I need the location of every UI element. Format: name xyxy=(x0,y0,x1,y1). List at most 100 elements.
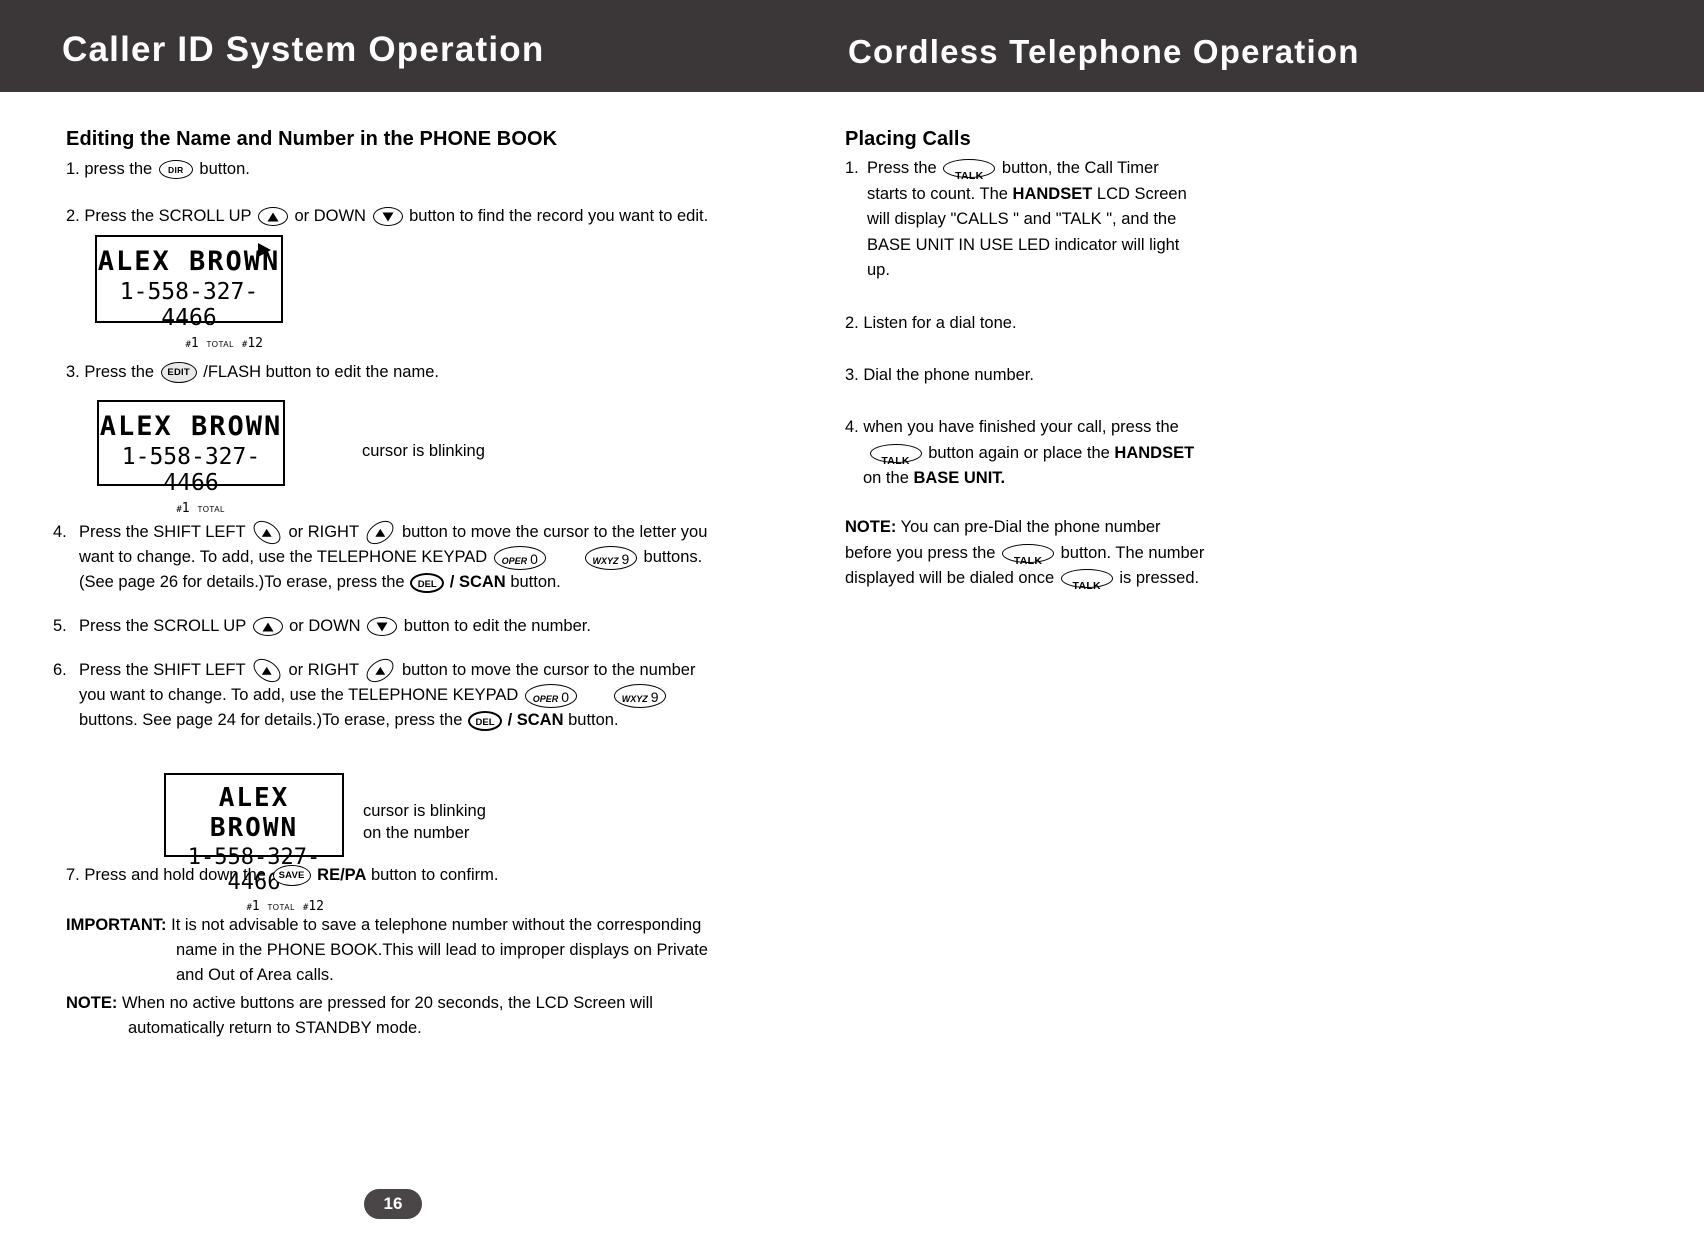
page-title-left: Caller ID System Operation xyxy=(62,30,545,69)
rstep4-t2: button again or place the xyxy=(928,443,1110,462)
step1-pre: 1. press the xyxy=(66,160,153,178)
rstep1-t2: button, the Call Timer xyxy=(1001,159,1159,177)
rstep4-t1: 4. when you have finished your call, pre… xyxy=(845,418,1179,436)
lcd3-caption-line1: cursor is blinking xyxy=(363,802,486,820)
talk-button-icon-4[interactable]: TALK xyxy=(1060,569,1113,592)
rstep1-t4: LCD Screen xyxy=(1096,184,1187,203)
step4-t2: or RIGHT xyxy=(288,523,359,541)
rstep1-t3: starts to count. The xyxy=(867,184,1008,203)
del-button-icon[interactable]: DEL xyxy=(410,572,445,593)
lcd3-index: 1 xyxy=(251,899,260,914)
step5-t2: or DOWN xyxy=(289,617,361,635)
rstep1-t6: BASE UNIT IN USE LED indicator will ligh… xyxy=(867,235,1180,254)
lcd2-name: ALEX BROWN xyxy=(99,411,283,442)
key-wxyz-digit: 9 xyxy=(621,550,630,567)
key-wxyz-label-2: WXYZ xyxy=(621,693,648,704)
step6-num: 6. xyxy=(53,661,67,679)
talk-button-icon-3[interactable]: TALK xyxy=(1002,543,1055,567)
left-step-7: 7. Press and hold down the SAVE RE/PA bu… xyxy=(66,864,766,887)
note-line2: automatically return to STANDBY mode. xyxy=(128,1019,422,1037)
lcd1-index: 1 xyxy=(190,336,199,351)
lcd3-footer: #1 TOTAL #12 xyxy=(246,899,324,914)
step6-t3: button to move the cursor to the number xyxy=(401,661,696,679)
rnote-t4: displayed will be dialed once xyxy=(845,569,1055,587)
keypad-0-oper-icon-2[interactable]: OPER 0 xyxy=(524,683,577,708)
step2-pre: 2. Press the SCROLL UP xyxy=(66,207,252,225)
scroll-down-button-icon[interactable] xyxy=(372,207,403,227)
del-button-icon-2[interactable]: DEL xyxy=(468,710,502,731)
shift-right-button-icon-2[interactable] xyxy=(362,654,399,688)
step6-t6: / SCAN xyxy=(507,711,564,729)
keypad-0-oper-icon[interactable]: OPER 0 xyxy=(493,545,546,570)
right-step-2: 2. Listen for a dial tone. xyxy=(845,314,1017,332)
shift-left-button-icon[interactable] xyxy=(249,516,285,550)
left-page: Editing the Name and Number in the PHONE… xyxy=(0,92,852,1241)
right-step-1: 1. Press the TALK button, the Call Timer … xyxy=(845,156,1223,284)
important-line3: and Out of Area calls. xyxy=(176,966,334,984)
lcd-display-1: ALEX BROWN 1-558-327-4466 #1 TOTAL #12 xyxy=(95,235,283,351)
left-step-4: 4. Press the SHIFT LEFT or RIGHT button t… xyxy=(53,516,753,595)
rnote-t2: before you press the xyxy=(845,543,996,562)
keypad-9-wxyz-icon-2[interactable]: WXYZ 9 xyxy=(614,683,667,708)
rstep4-t3: on the xyxy=(863,469,909,487)
talk-button-icon-2[interactable]: TALK xyxy=(869,443,922,467)
scroll-up-button-icon[interactable] xyxy=(257,207,288,227)
key-wxyz-label: WXYZ xyxy=(592,555,619,566)
step4-t6: (See page 26 for details.)To erase, pres… xyxy=(79,573,405,591)
left-step-5: 5. Press the SCROLL UP or DOWN button to … xyxy=(53,615,753,638)
step2-mid: or DOWN xyxy=(294,207,366,225)
rnote-t1: You can pre-Dial the phone number xyxy=(900,518,1161,536)
page-number-left: 16 xyxy=(364,1189,422,1219)
step3-pre: 3. Press the xyxy=(66,363,155,381)
lcd3-name: ALEX BROWN xyxy=(209,783,299,843)
left-step-1: 1. press the DIR button. xyxy=(66,158,766,181)
shift-right-button-icon[interactable] xyxy=(362,516,399,550)
important-label: IMPORTANT: xyxy=(66,916,167,934)
right-step-4: 4. when you have finished your call, pre… xyxy=(845,415,1223,492)
note-line1: When no active buttons are pressed for 2… xyxy=(121,994,653,1012)
lcd1-total-label: TOTAL xyxy=(206,340,235,349)
lcd3-caption-line2: on the number xyxy=(363,824,470,842)
lcd-display-2: ALEX BROWN 1-558-327-4466 #1 TOTAL xyxy=(97,400,285,516)
rstep1-num: 1. xyxy=(845,159,859,177)
left-step-3: 3. Press the EDIT /FLASH button to edit … xyxy=(66,361,439,384)
scroll-down-button-icon-2[interactable] xyxy=(367,617,398,637)
lcd2-footer: #1 TOTAL xyxy=(176,501,225,516)
lcd3-total-label: TOTAL xyxy=(267,903,296,912)
dir-button-icon[interactable]: DIR xyxy=(158,160,193,180)
important-note: IMPORTANT: It is not advisable to save a… xyxy=(66,913,766,988)
rnote-t5: is pressed. xyxy=(1119,569,1200,587)
rnote-label: NOTE: xyxy=(845,518,897,536)
step4-t7: / SCAN xyxy=(449,573,506,591)
key-oper-label: OPER xyxy=(501,555,528,566)
keypad-9-wxyz-icon[interactable]: WXYZ 9 xyxy=(584,545,637,570)
key-oper-label-2: OPER xyxy=(532,693,559,704)
lcd2-number: 1-558-327-4466 xyxy=(121,444,261,496)
save-button-icon[interactable]: SAVE xyxy=(272,865,311,887)
step5-t1: Press the SCROLL UP xyxy=(79,617,246,635)
edit-button-icon[interactable]: EDIT xyxy=(160,362,197,384)
lcd1-total: 12 xyxy=(247,336,263,351)
step7-pre: 7. Press and hold down the xyxy=(66,866,266,884)
rstep1-t1: Press the xyxy=(867,159,937,177)
talk-button-icon[interactable]: TALK xyxy=(943,159,996,182)
step6-t5: buttons. See page 24 for details.)To era… xyxy=(79,711,463,729)
step4-t5: buttons. xyxy=(643,548,703,566)
right-note: NOTE: You can pre-Dial the phone number … xyxy=(845,515,1230,592)
lcd1-name: ALEX BROWN xyxy=(97,246,281,277)
step3-post: /FLASH button to edit the name. xyxy=(203,363,439,381)
key-wxyz-digit-2: 9 xyxy=(650,688,659,705)
note-label: NOTE: xyxy=(66,994,118,1012)
lcd2-total-label: TOTAL xyxy=(197,505,225,514)
left-section-title: Editing the Name and Number in the PHONE… xyxy=(66,128,558,150)
header-bar: Caller ID System Operation Cordless Tele… xyxy=(0,0,1704,92)
important-line1: It is not advisable to save a telephone … xyxy=(171,916,702,934)
shift-left-button-icon-2[interactable] xyxy=(249,654,285,688)
step6-t4: you want to change. To add, use the TELE… xyxy=(79,686,519,704)
scroll-up-button-icon-2[interactable] xyxy=(252,617,283,637)
step6-t2: or RIGHT xyxy=(288,661,359,679)
important-line2: name in the PHONE BOOK.This will lead to… xyxy=(176,941,708,959)
key-oper-digit-2: 0 xyxy=(561,688,570,705)
right-step-3: 3. Dial the phone number. xyxy=(845,366,1034,384)
step4-t8: button. xyxy=(510,573,561,591)
